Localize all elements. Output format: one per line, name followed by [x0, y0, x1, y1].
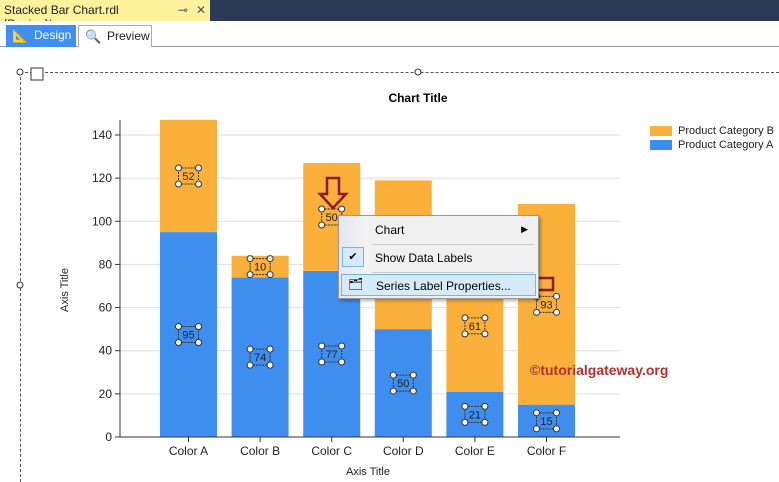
- y-tick-label: 40: [99, 344, 113, 358]
- x-tick-label: Color E: [455, 444, 495, 458]
- selection-handle: [195, 164, 202, 172]
- selection-handle: [246, 255, 254, 263]
- selection-handle: [338, 358, 346, 366]
- x-tick-label: Color A: [169, 444, 208, 458]
- resize-handle: [16, 281, 24, 289]
- selection-handle: [461, 418, 469, 426]
- y-tick-label: 60: [99, 301, 113, 315]
- resize-handle: [16, 68, 24, 76]
- selection-handle: [318, 342, 326, 350]
- menu-item-chart[interactable]: Chart ▶: [341, 219, 536, 241]
- selection-handle: [481, 418, 489, 426]
- selection-handle: [461, 330, 469, 338]
- selection-handle: [533, 308, 540, 316]
- resize-handle: [414, 68, 422, 76]
- selection-handle: [266, 345, 274, 353]
- x-axis-title: Axis Title: [346, 466, 390, 478]
- legend-item-a: Product Category A: [650, 138, 774, 152]
- x-tick-label: Color F: [527, 444, 566, 458]
- selection-handle: [175, 323, 182, 331]
- data-label: 50: [397, 378, 409, 390]
- selection-handle: [553, 425, 560, 433]
- submenu-arrow-icon: ▶: [521, 224, 528, 234]
- y-tick-label: 20: [99, 387, 113, 401]
- selection-handle: [461, 402, 469, 410]
- selection-handle: [389, 371, 397, 379]
- data-label: 77: [326, 349, 338, 361]
- selection-handle: [389, 387, 397, 395]
- selection-handle: [175, 339, 182, 347]
- data-label: 61: [469, 321, 481, 333]
- selection-handle: [553, 292, 560, 300]
- data-label: 15: [540, 416, 552, 428]
- menu-item-show-data-labels[interactable]: ✔ Show Data Labels: [341, 247, 536, 269]
- selection-handle: [481, 330, 489, 338]
- selection-handle: [338, 205, 346, 213]
- selection-handle: [195, 323, 202, 331]
- selection-handle: [409, 371, 417, 379]
- selection-handle: [318, 205, 326, 213]
- selection-handle: [533, 409, 540, 417]
- selection-handle: [318, 221, 326, 229]
- y-tick-label: 140: [92, 128, 112, 142]
- legend-item-b: Product Category B: [650, 124, 774, 138]
- selection-handle: [481, 402, 489, 410]
- move-handle-icon: [30, 67, 44, 81]
- selection-handle: [266, 361, 274, 369]
- chart-title: Chart Title: [388, 91, 447, 105]
- x-tick-label: Color C: [311, 444, 352, 458]
- watermark: ©tutorialgateway.org: [530, 362, 669, 378]
- context-menu: Chart ▶ ✔ Show Data Labels 🗂 Series Label P…: [338, 215, 539, 299]
- selection-handle: [246, 361, 254, 369]
- data-label: 52: [182, 171, 194, 183]
- y-tick-label: 80: [99, 257, 113, 271]
- data-label: 10: [254, 262, 266, 274]
- selection-handle: [195, 180, 202, 188]
- x-tick-label: Color B: [240, 444, 280, 458]
- selection-handle: [175, 180, 182, 188]
- data-label: 74: [254, 352, 266, 364]
- legend[interactable]: Product Category B Product Category A: [650, 124, 774, 152]
- y-tick-label: 100: [92, 214, 112, 228]
- selection-handle: [553, 308, 560, 316]
- selection-handle: [195, 339, 202, 347]
- selection-handle: [266, 255, 274, 263]
- selection-handle: [175, 164, 182, 172]
- selection-handle: [409, 387, 417, 395]
- selection-handle: [338, 342, 346, 350]
- selection-handle: [246, 271, 254, 279]
- selection-handle: [533, 425, 540, 433]
- selection-handle: [553, 409, 560, 417]
- properties-icon: 🗂: [348, 277, 364, 291]
- menu-item-series-label-properties[interactable]: 🗂 Series Label Properties...: [341, 274, 536, 296]
- y-tick-label: 0: [105, 430, 112, 444]
- data-label: 93: [540, 299, 552, 311]
- data-label: 50: [326, 212, 338, 224]
- selection-handle: [246, 345, 254, 353]
- check-icon: ✔: [342, 247, 364, 267]
- selection-handle: [318, 358, 326, 366]
- data-label: 95: [182, 330, 194, 342]
- x-tick-label: Color D: [383, 444, 424, 458]
- y-tick-label: 120: [92, 171, 112, 185]
- selection-handle: [461, 314, 469, 322]
- selection-handle: [266, 271, 274, 279]
- y-axis-title: Axis Title: [59, 268, 71, 312]
- data-label: 21: [469, 409, 481, 421]
- selection-handle: [481, 314, 489, 322]
